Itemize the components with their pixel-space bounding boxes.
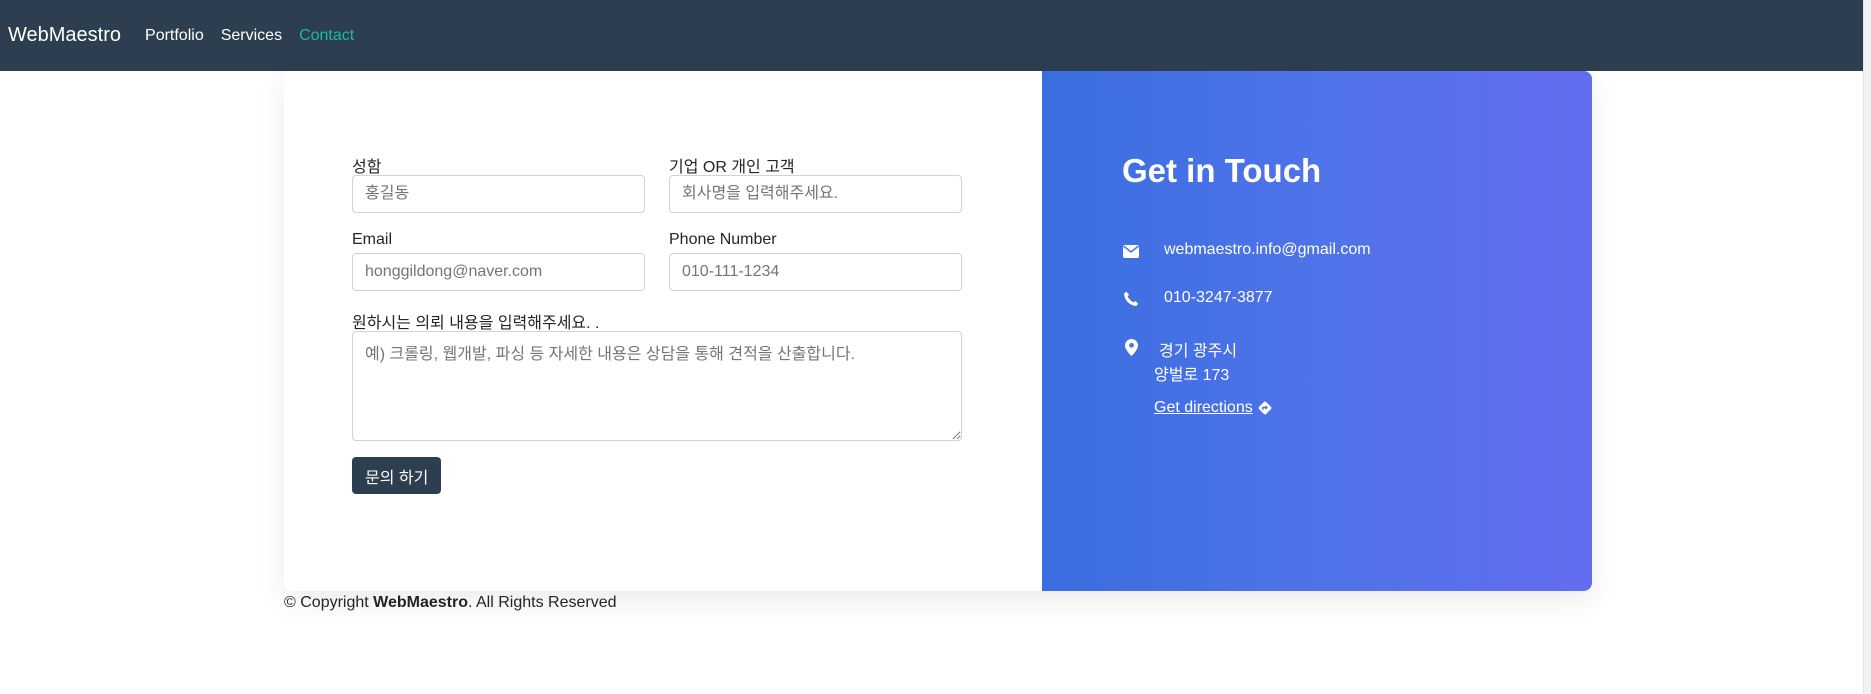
contact-info-panel: Get in Touch webmaestro.info@gmail.com 0… — [1042, 71, 1592, 591]
message-label: 원하시는 의뢰 내용을 입력해주세요. . — [352, 315, 600, 332]
info-email-text[interactable]: webmaestro.info@gmail.com — [1164, 241, 1371, 259]
nav-link-portfolio[interactable]: Portfolio — [145, 27, 204, 45]
contact-form: 성함 기업 OR 개인 고객 Email Phone Number 원하시는 의… — [284, 71, 1042, 591]
phone-input[interactable] — [669, 253, 962, 291]
footer-suffix: . All Rights Reserved — [468, 594, 617, 611]
get-directions-label: Get directions — [1154, 399, 1253, 416]
nav-link-services[interactable]: Services — [221, 27, 282, 45]
submit-inquiry-button[interactable]: 문의 하기 — [352, 457, 442, 494]
phone-label: Phone Number — [669, 231, 777, 248]
get-directions-link[interactable]: Get directions — [1154, 399, 1273, 417]
footer-copyright: © Copyright WebMaestro. All Rights Reser… — [284, 594, 617, 612]
contact-card: 성함 기업 OR 개인 고객 Email Phone Number 원하시는 의… — [284, 71, 1592, 591]
footer-prefix: © Copyright — [284, 594, 374, 611]
nav-link-contact[interactable]: Contact — [299, 27, 354, 45]
name-input[interactable] — [352, 175, 645, 213]
page-scrollbar[interactable] — [1863, 0, 1871, 694]
company-input[interactable] — [669, 175, 962, 213]
name-label: 성함 — [352, 159, 382, 176]
footer-brand: WebMaestro — [373, 594, 468, 611]
brand-logo[interactable]: WebMaestro — [8, 24, 121, 47]
info-phone-text[interactable]: 010-3247-3877 — [1164, 289, 1273, 307]
info-email-row: webmaestro.info@gmail.com — [1122, 241, 1371, 260]
top-navbar: WebMaestro Portfolio Services Contact — [0, 0, 1871, 71]
info-address-line2: 양벌로 173 — [1154, 367, 1230, 384]
email-input[interactable] — [352, 253, 645, 291]
info-address-row: 경기 광주시 — [1122, 337, 1237, 361]
map-marker-icon — [1122, 338, 1140, 356]
info-address-line1: 경기 광주시 — [1159, 343, 1238, 360]
directions-icon — [1257, 400, 1273, 416]
email-label: Email — [352, 231, 393, 248]
info-title: Get in Touch — [1122, 152, 1322, 189]
company-label: 기업 OR 개인 고객 — [669, 159, 795, 176]
info-phone-row: 010-3247-3877 — [1122, 289, 1273, 308]
phone-icon — [1122, 290, 1140, 308]
message-textarea[interactable] — [352, 331, 962, 441]
envelope-icon — [1122, 242, 1140, 260]
